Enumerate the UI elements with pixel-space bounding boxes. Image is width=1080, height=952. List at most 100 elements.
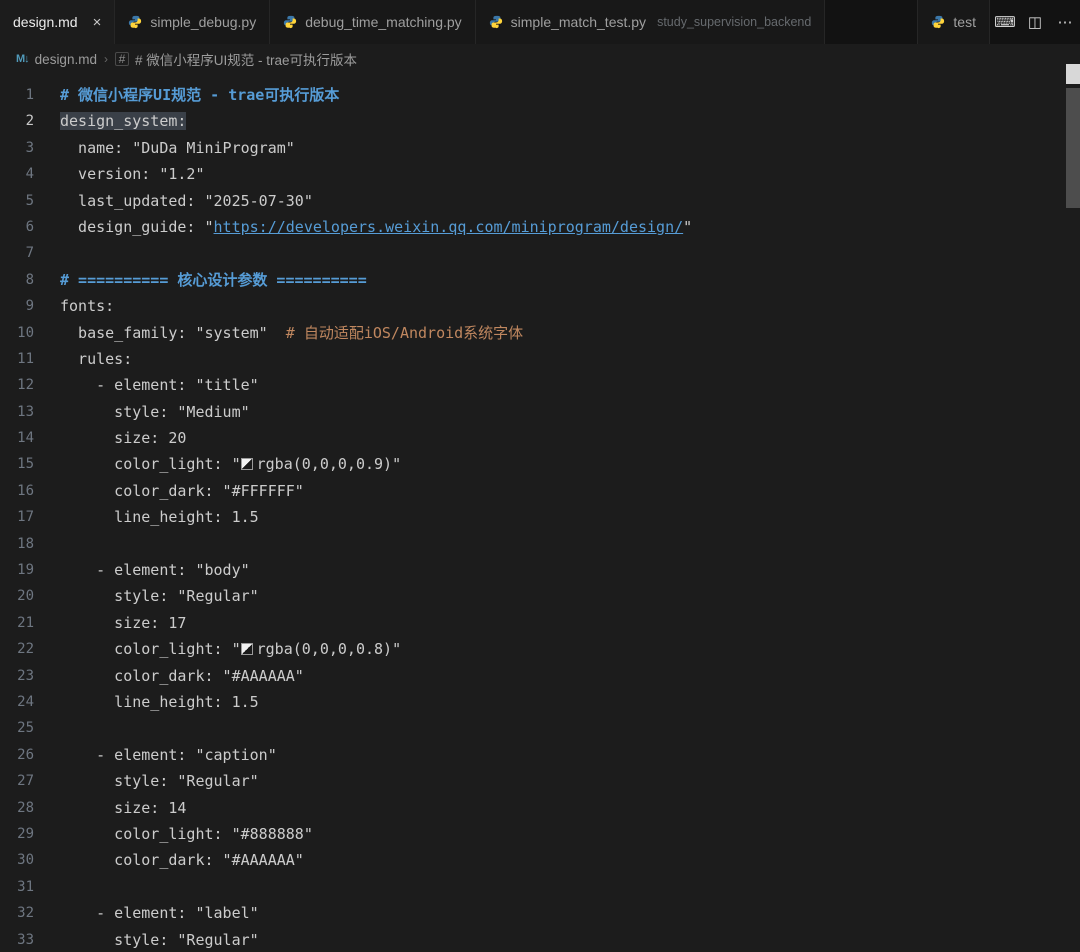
layout-icon[interactable]: ◫ xyxy=(1020,0,1050,44)
code-line[interactable]: 14 size: 20 xyxy=(0,425,1080,451)
line-number: 32 xyxy=(17,905,34,922)
tab-label: design.md xyxy=(13,14,78,30)
tab-group-right: test ⌨ ◫ ⋯ xyxy=(917,0,1080,44)
code-line[interactable]: 20 style: "Regular" xyxy=(0,583,1080,609)
code-line[interactable]: 2 design_system: xyxy=(0,108,1080,134)
tab-design-md[interactable]: design.md × xyxy=(0,0,116,44)
code-text: design_system: xyxy=(60,108,1080,134)
code-line[interactable]: 25 xyxy=(0,715,1080,741)
code-line[interactable]: 27 style: "Regular" xyxy=(0,768,1080,794)
code-line[interactable]: 19 - element: "body" xyxy=(0,557,1080,583)
code-line[interactable]: 18 xyxy=(0,531,1080,557)
scrollbar-thumb[interactable] xyxy=(1066,88,1080,208)
code-text: name: "DuDa MiniProgram" xyxy=(60,135,1080,161)
code-token-text: - element: "label" xyxy=(60,904,259,923)
tab-debug-time-matching-py[interactable]: debug_time_matching.py xyxy=(270,0,476,44)
code-text: style: "Regular" xyxy=(60,583,1080,609)
line-number: 33 xyxy=(17,931,34,948)
keyboard-icon[interactable]: ⌨ xyxy=(990,0,1020,44)
line-number: 16 xyxy=(17,482,34,499)
code-line[interactable]: 3 name: "DuDa MiniProgram" xyxy=(0,135,1080,161)
code-line[interactable]: 30 color_dark: "#AAAAAA" xyxy=(0,847,1080,873)
code-line[interactable]: 9 fonts: xyxy=(0,293,1080,319)
code-token-text: design_system: xyxy=(60,112,187,131)
line-number: 25 xyxy=(17,720,34,737)
code-line[interactable]: 6 design_guide: "https://developers.weix… xyxy=(0,214,1080,240)
tab-test[interactable]: test xyxy=(917,0,990,44)
code-line[interactable]: 28 size: 14 xyxy=(0,795,1080,821)
code-line[interactable]: 24 line_height: 1.5 xyxy=(0,689,1080,715)
line-number: 22 xyxy=(17,641,34,658)
line-number: 1 xyxy=(25,87,34,103)
code-token-text: style: "Regular" xyxy=(60,772,259,791)
line-number: 19 xyxy=(17,562,34,579)
code-text: design_guide: "https://developers.weixin… xyxy=(60,214,1080,240)
code-line[interactable]: 5 last_updated: "2025-07-30" xyxy=(0,188,1080,214)
line-number: 8 xyxy=(25,271,34,288)
line-number: 12 xyxy=(17,377,34,394)
code-text: style: "Regular" xyxy=(60,768,1080,794)
code-line[interactable]: 13 style: "Medium" xyxy=(0,399,1080,425)
code-token-text: color_dark: "#AAAAAA" xyxy=(60,851,304,870)
code-token-text: style: "Regular" xyxy=(60,930,259,949)
code-text: last_updated: "2025-07-30" xyxy=(60,188,1080,214)
code-line[interactable]: 17 line_height: 1.5 xyxy=(0,504,1080,530)
code-token-text: version: "1.2" xyxy=(60,165,205,184)
tab-simple-debug-py[interactable]: simple_debug.py xyxy=(115,0,271,44)
line-number: 3 xyxy=(25,139,34,156)
code-line[interactable]: 1 # 微信小程序UI规范 - trae可执行版本 xyxy=(0,82,1080,108)
code-text: style: "Regular" xyxy=(60,927,1080,952)
code-token-text: line_height: 1.5 xyxy=(60,692,259,711)
code-token-text: style: "Regular" xyxy=(60,587,259,606)
line-number: 20 xyxy=(17,588,34,605)
code-line[interactable]: 26 - element: "caption" xyxy=(0,742,1080,768)
code-line[interactable]: 23 color_dark: "#AAAAAA" xyxy=(0,663,1080,689)
code-token-text: - element: "body" xyxy=(60,561,250,580)
code-token-link: https://developers.weixin.qq.com/minipro… xyxy=(213,217,684,236)
markdown-icon: M↓ xyxy=(16,53,30,65)
code-token-text: size: 20 xyxy=(60,429,187,448)
code-line[interactable]: 29 color_light: "#888888" xyxy=(0,821,1080,847)
code-text: - element: "caption" xyxy=(60,742,1080,768)
color-swatch[interactable] xyxy=(240,458,253,471)
line-number: 17 xyxy=(17,509,34,526)
close-icon[interactable]: × xyxy=(93,15,102,30)
code-line[interactable]: 8 # ========== 核心设计参数 ========== xyxy=(0,267,1080,293)
code-text: color_dark: "#AAAAAA" xyxy=(60,663,1080,689)
code-line[interactable]: 16 color_dark: "#FFFFFF" xyxy=(0,478,1080,504)
code-text: color_dark: "#FFFFFF" xyxy=(60,478,1080,504)
symbol-icon: # xyxy=(114,52,129,66)
code-line[interactable]: 10 base_family: "system" # 自动适配iOS/Andro… xyxy=(0,320,1080,346)
code-line[interactable]: 33 style: "Regular" xyxy=(0,927,1080,952)
code-token-text: color_light: " xyxy=(60,455,241,474)
code-text: color_light: "#888888" xyxy=(60,821,1080,847)
code-line[interactable]: 31 xyxy=(0,874,1080,900)
code-area[interactable]: 1 # 微信小程序UI规范 - trae可执行版本 2 design_system: 3… xyxy=(0,74,1080,952)
breadcrumb-file[interactable]: M↓ design.md xyxy=(16,52,97,67)
code-line[interactable]: 12 - element: "title" xyxy=(0,372,1080,398)
code-line[interactable]: 22 color_light: " rgba(0,0,0,0.8)" xyxy=(0,636,1080,662)
tab-simple-match-test-py[interactable]: simple_match_test.py study_supervision_b… xyxy=(475,0,826,44)
editor-tab-bar: design.md × simple_debug.py debug_time_m… xyxy=(0,0,1080,44)
tab-label: debug_time_matching.py xyxy=(305,14,462,30)
code-token-text: color_light: "#888888" xyxy=(60,824,313,843)
code-line[interactable]: 15 color_light: " rgba(0,0,0,0.9)" xyxy=(0,451,1080,477)
breadcrumb-symbol[interactable]: # # 微信小程序UI规范 - trae可执行版本 xyxy=(114,49,357,69)
python-icon xyxy=(283,15,297,29)
code-token-comment: # 自动适配iOS/Android系统字体 xyxy=(285,323,524,342)
code-token-text: base_family: "system" xyxy=(60,323,286,342)
line-number: 23 xyxy=(17,667,34,684)
code-line[interactable]: 32 - element: "label" xyxy=(0,900,1080,926)
code-token-text: size: 14 xyxy=(60,798,187,817)
code-text: color_light: " rgba(0,0,0,0.9)" xyxy=(60,451,1080,477)
code-line[interactable]: 21 size: 17 xyxy=(0,610,1080,636)
color-swatch[interactable] xyxy=(240,643,253,656)
more-actions-icon[interactable]: ⋯ xyxy=(1050,0,1080,44)
code-text: - element: "body" xyxy=(60,557,1080,583)
code-line[interactable]: 7 xyxy=(0,240,1080,266)
code-text: color_dark: "#AAAAAA" xyxy=(60,847,1080,873)
code-line[interactable]: 4 version: "1.2" xyxy=(0,161,1080,187)
code-line[interactable]: 11 rules: xyxy=(0,346,1080,372)
